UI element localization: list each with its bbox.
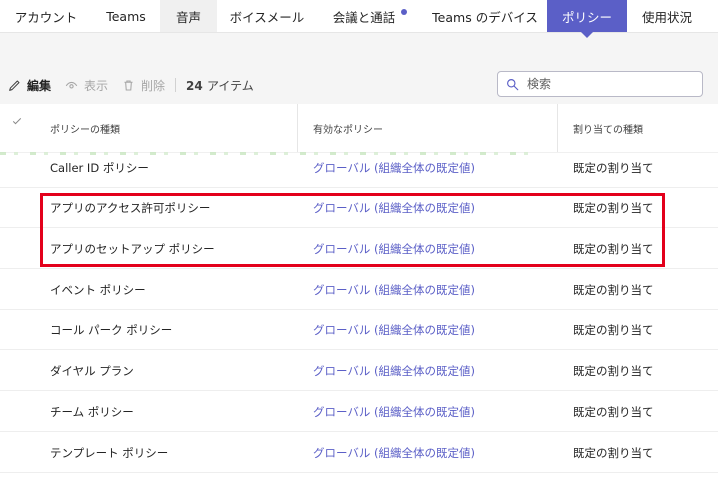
table-row[interactable]: チーム ポリシー グローバル (組織全体の既定値) 既定の割り当て	[0, 392, 718, 432]
effective-policy-link[interactable]: グローバル (組織全体の既定値)	[313, 188, 475, 228]
effective-policy-link[interactable]: グローバル (組織全体の既定値)	[313, 433, 475, 473]
table-row[interactable]: ダイヤル プラン グローバル (組織全体の既定値) 既定の割り当て	[0, 351, 718, 391]
tab-label: 音声	[175, 9, 201, 25]
assignment-type-cell: 既定の割り当て	[573, 242, 654, 256]
notification-dot	[401, 9, 408, 15]
trash-icon	[124, 80, 133, 90]
effective-policy-link[interactable]: グローバル (組織全体の既定値)	[313, 270, 475, 310]
policy-type-cell: アプリのセットアップ ポリシー	[50, 242, 215, 256]
edit-label: 編集	[27, 78, 52, 93]
effective-policy-link[interactable]: グローバル (組織全体の既定値)	[313, 351, 475, 391]
tab-label: Teams のデバイス	[432, 9, 538, 25]
policy-type-cell: Caller ID ポリシー	[50, 161, 149, 175]
table-row[interactable]: イベント ポリシー グローバル (組織全体の既定値) 既定の割り当て	[0, 270, 718, 310]
table-row[interactable]: テンプレート ポリシー グローバル (組織全体の既定値) 既定の割り当て	[0, 433, 718, 473]
table-row[interactable]: アプリのセットアップ ポリシー グローバル (組織全体の既定値) 既定の割り当て	[0, 229, 718, 269]
edit-button[interactable]: 編集	[8, 77, 51, 94]
tab-teams-devices[interactable]: Teams のデバイス	[423, 0, 547, 32]
policy-type-cell: イベント ポリシー	[50, 283, 146, 297]
table-row[interactable]: Caller ID ポリシー グローバル (組織全体の既定値) 既定の割り当て	[0, 148, 718, 188]
tab-label: ボイスメール	[229, 9, 305, 25]
toolbar-divider	[175, 78, 177, 92]
table-header: ポリシーの種類 有効なポリシー 割り当ての種類	[0, 104, 718, 153]
tab-teams[interactable]: Teams	[92, 0, 160, 32]
column-header-policy-type[interactable]: ポリシーの種類	[50, 104, 120, 152]
search-box	[497, 71, 703, 97]
checkmark-icon[interactable]	[11, 115, 23, 127]
tab-bar: アカウント Teams 音声 ボイスメール 会議と通話 Teams のデバイス …	[0, 0, 718, 38]
tab-label: 会議と通話	[332, 9, 396, 25]
tab-account[interactable]: アカウント	[0, 0, 92, 32]
item-count: 24 アイテム	[186, 77, 254, 94]
table-row[interactable]: アプリのアクセス許可ポリシー グローバル (組織全体の既定値) 既定の割り当て	[0, 188, 718, 228]
tab-meetings-calls[interactable]: 会議と通話	[317, 0, 423, 32]
column-divider	[557, 104, 558, 152]
column-header-effective-policy[interactable]: 有効なポリシー	[313, 104, 383, 152]
view-button[interactable]: 表示	[65, 77, 108, 94]
table-row[interactable]: コール パーク ポリシー グローバル (組織全体の既定値) 既定の割り当て	[0, 310, 718, 350]
assignment-type-cell: 既定の割り当て	[573, 323, 654, 337]
tab-voicemail[interactable]: ボイスメール	[217, 0, 317, 32]
column-header-assignment-type[interactable]: 割り当ての種類	[573, 104, 643, 152]
policy-type-cell: チーム ポリシー	[50, 405, 134, 419]
view-label: 表示	[84, 78, 109, 93]
delete-button[interactable]: 削除	[122, 77, 165, 94]
policy-type-cell: ダイヤル プラン	[50, 364, 134, 378]
effective-policy-link[interactable]: グローバル (組織全体の既定値)	[313, 392, 475, 432]
tab-label: Teams	[106, 8, 146, 24]
effective-policy-link[interactable]: グローバル (組織全体の既定値)	[313, 310, 475, 350]
assignment-type-cell: 既定の割り当て	[573, 446, 654, 460]
policy-type-cell: テンプレート ポリシー	[50, 446, 169, 460]
tab-label: 使用状況	[641, 9, 692, 25]
search-input[interactable]	[525, 76, 689, 92]
pencil-icon	[9, 80, 20, 91]
policy-type-cell: アプリのアクセス許可ポリシー	[50, 201, 211, 215]
assignment-type-cell: 既定の割り当て	[573, 201, 654, 215]
effective-policy-link[interactable]: グローバル (組織全体の既定値)	[313, 148, 475, 188]
item-count-label: アイテム	[206, 78, 254, 93]
policy-type-cell: コール パーク ポリシー	[50, 323, 173, 337]
effective-policy-link[interactable]: グローバル (組織全体の既定値)	[313, 229, 475, 269]
tab-label: アカウント	[14, 9, 78, 25]
eye-icon	[65, 81, 78, 88]
search-icon	[507, 78, 519, 90]
delete-label: 削除	[141, 78, 166, 93]
item-count-number: 24	[186, 78, 203, 93]
tab-voice[interactable]: 音声	[160, 0, 217, 32]
tab-usage[interactable]: 使用状況	[627, 0, 707, 32]
assignment-type-cell: 既定の割り当て	[573, 161, 654, 175]
assignment-type-cell: 既定の割り当て	[573, 283, 654, 297]
column-divider	[297, 104, 298, 152]
assignment-type-cell: 既定の割り当て	[573, 405, 654, 419]
toolbar: 編集 表示 削除 24 アイテム	[0, 66, 718, 104]
tab-policies[interactable]: ポリシー	[547, 0, 627, 38]
tab-label: ポリシー	[561, 9, 612, 25]
assignment-type-cell: 既定の割り当て	[573, 364, 654, 378]
